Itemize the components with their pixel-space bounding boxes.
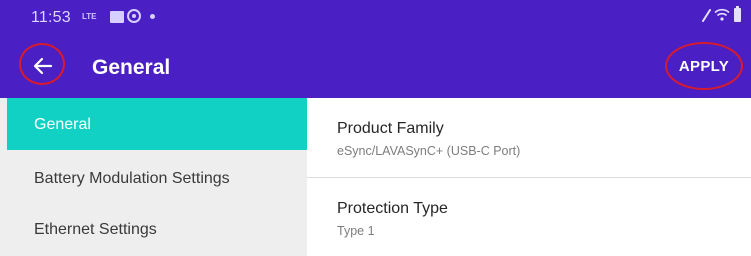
status-bar: 11:53 LTE [0, 0, 751, 36]
protection-type-field[interactable]: Protection Type Type 1 [307, 178, 751, 256]
product-family-field[interactable]: Product Family eSync/LAVASynC+ (USB-C Po… [307, 98, 751, 178]
field-value: eSync/LAVASynC+ (USB-C Port) [337, 144, 521, 158]
sidebar-item-general[interactable]: General [7, 98, 307, 150]
network-indicator: LTE [82, 12, 97, 21]
sidebar-item-battery-modulation-settings[interactable]: Battery Modulation Settings [7, 152, 307, 204]
back-button-highlight-circle [19, 43, 65, 85]
sidebar-item-label: Ethernet Settings [34, 221, 157, 238]
wifi-icon [714, 8, 730, 21]
sidebar-item-label: General [34, 116, 91, 133]
back-button[interactable] [19, 43, 67, 87]
target-icon [127, 9, 141, 23]
status-time: 11:53 [31, 9, 71, 26]
dot-icon [150, 14, 155, 19]
settings-sidebar: General Battery Modulation Settings Ethe… [0, 98, 307, 256]
gallery-icon [110, 11, 124, 23]
settings-content: Product Family eSync/LAVASynC+ (USB-C Po… [307, 98, 751, 256]
apply-button-highlight-circle [665, 42, 743, 90]
battery-icon [734, 6, 741, 22]
settings-screen: 11:53 LTE General APPLY General Battery … [0, 0, 751, 256]
sidebar-item-label: Battery Modulation Settings [34, 170, 230, 187]
apply-button[interactable]: APPLY [665, 42, 743, 90]
page-title: General [92, 56, 171, 79]
app-bar: General APPLY [0, 36, 751, 98]
field-title: Protection Type [337, 200, 448, 217]
field-title: Product Family [337, 120, 444, 137]
sidebar-item-ethernet-settings[interactable]: Ethernet Settings [7, 203, 307, 255]
edit-icon [702, 9, 711, 22]
field-value: Type 1 [337, 224, 375, 238]
